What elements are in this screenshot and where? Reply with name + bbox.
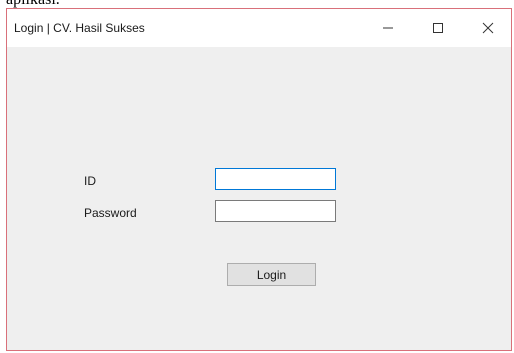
- form-area: ID Password Login: [7, 47, 511, 350]
- window-title: Login | CV. Hasil Sukses: [14, 21, 145, 35]
- maximize-icon: [432, 23, 443, 33]
- close-icon: [482, 22, 493, 34]
- password-input[interactable]: [215, 200, 336, 222]
- minimize-icon: [382, 27, 393, 29]
- login-button[interactable]: Login: [227, 263, 316, 286]
- minimize-button[interactable]: [365, 9, 410, 47]
- maximize-button[interactable]: [415, 9, 460, 47]
- password-label: Password: [84, 206, 137, 220]
- title-bar[interactable]: Login | CV. Hasil Sukses: [7, 9, 511, 47]
- close-button[interactable]: [465, 9, 510, 47]
- id-input[interactable]: [215, 168, 336, 190]
- id-label: ID: [84, 174, 96, 188]
- page: aplikasi. Login | CV. Hasil Sukses: [0, 0, 514, 353]
- background-caption: aplikasi.: [6, 0, 60, 8]
- login-window: Login | CV. Hasil Sukses ID Password Log…: [6, 8, 512, 351]
